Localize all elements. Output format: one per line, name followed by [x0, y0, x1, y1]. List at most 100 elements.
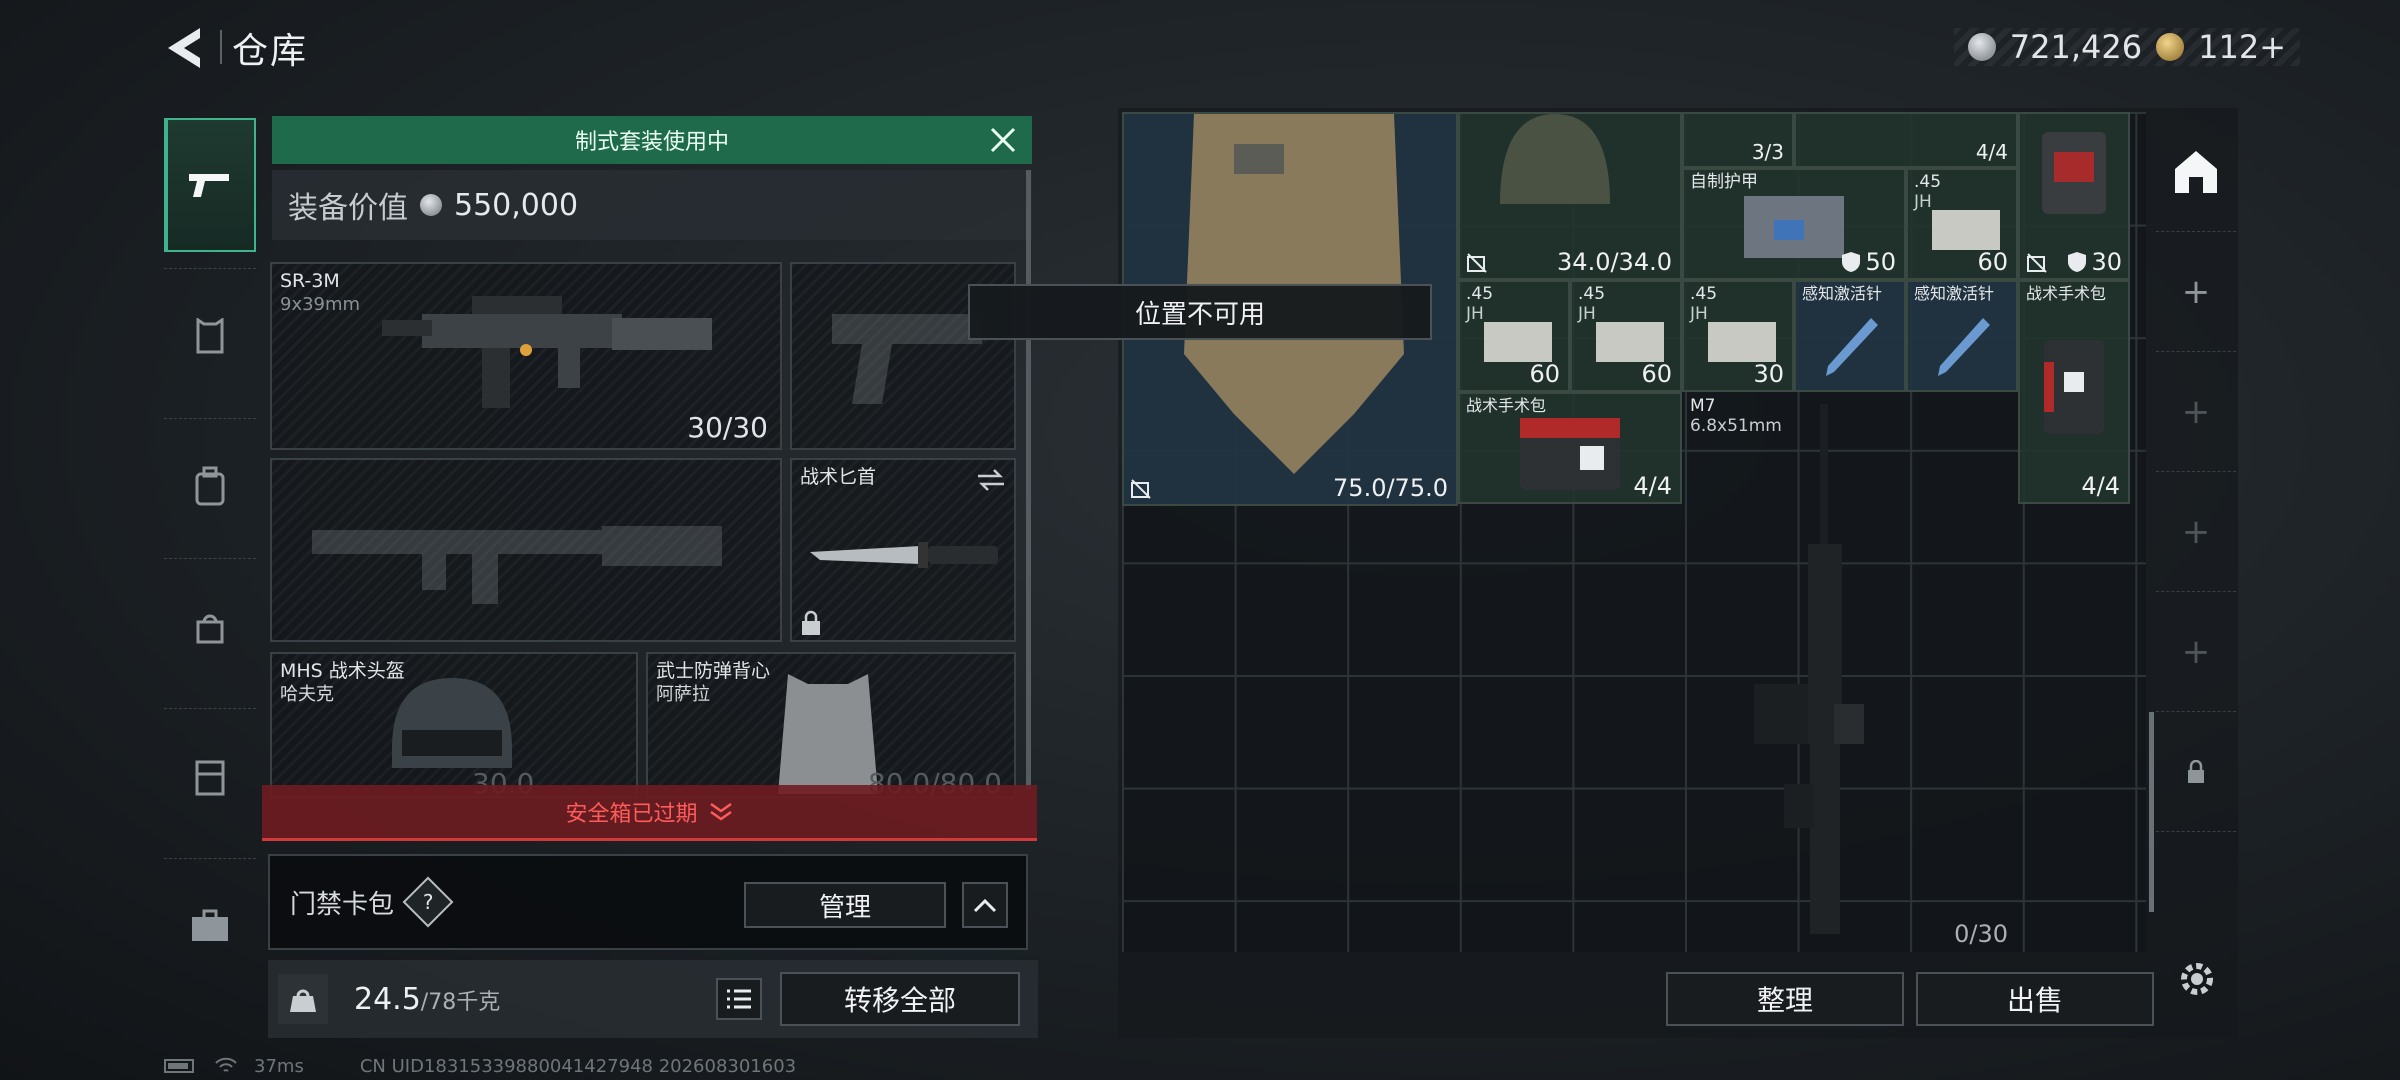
item-count: 60: [1529, 360, 1560, 388]
plus-icon: +: [2181, 271, 2211, 312]
rail-container[interactable]: [164, 708, 256, 842]
item-name: 感知激活针: [1802, 284, 1883, 303]
rail-weapons[interactable]: [164, 118, 256, 252]
stash-item-ammo[interactable]: .45 JH 60: [1570, 280, 1682, 392]
lock-icon: [2188, 759, 2204, 783]
close-banner-button[interactable]: [984, 122, 1022, 158]
rail-case[interactable]: [164, 858, 256, 992]
safebox-status: 安全箱已过期: [565, 801, 698, 827]
plus-icon: +: [2181, 511, 2211, 552]
no-insure-icon: [1467, 253, 1487, 273]
secondary-rifle-slot[interactable]: [270, 458, 782, 642]
surgery-kit-image: [2044, 340, 2104, 434]
armor-rating-value: 50: [1865, 248, 1896, 276]
ammo-caliber: .45: [1466, 284, 1494, 304]
help-button[interactable]: ?: [402, 876, 454, 928]
stash-page-rail: + + + +: [2156, 112, 2236, 962]
weapon-name: SR-3M: [280, 270, 340, 292]
user-uid: CN UID18315339880041427948 202608301603: [359, 1055, 797, 1077]
equipment-value-label: 装备价值: [288, 191, 408, 226]
armor-rating: 50: [1841, 248, 1896, 276]
manage-button[interactable]: 管理: [744, 882, 946, 928]
rail-backpack[interactable]: [164, 418, 256, 552]
item-name: 战术手术包: [2026, 284, 2107, 303]
chevron-down-icon: [709, 802, 732, 821]
sell-button[interactable]: 出售: [1916, 972, 2154, 1026]
melee-name: 战术匕首: [800, 466, 877, 488]
item-count: 34.0/34.0: [1557, 248, 1672, 276]
keycard-label: 门禁卡包: [290, 890, 395, 920]
stash-page-main[interactable]: [2156, 112, 2236, 232]
equipment-value: 550,000: [454, 187, 579, 223]
stash-item-stim[interactable]: 感知激活针: [1906, 280, 2018, 392]
armor-rating: 30: [2067, 248, 2122, 276]
stash-item-homemade-armor[interactable]: 自制护甲 50: [1682, 168, 1906, 280]
back-button[interactable]: [160, 22, 210, 74]
no-insure-icon: [1131, 479, 1151, 499]
page-title: 仓库: [232, 31, 309, 72]
home-icon: [2175, 150, 2217, 193]
armor-slot[interactable]: 武士防弹背心 阿萨拉 80.0/80.0: [646, 652, 1016, 798]
no-insure-icon: [2027, 253, 2047, 273]
helmet-slot[interactable]: MHS 战术头盔 哈夫克 30.0: [270, 652, 638, 798]
kit-in-use-banner: 制式套装使用中: [272, 116, 1032, 164]
rail-bag[interactable]: [164, 558, 256, 692]
stash-item-surgery-kit[interactable]: 战术手术包 4/4: [1458, 392, 1682, 504]
stash-item-helmet[interactable]: 34.0/34.0: [1458, 112, 1682, 280]
category-rail: [164, 108, 256, 1008]
rail-armor[interactable]: [164, 268, 256, 402]
stash-page-add-4[interactable]: +: [2156, 592, 2236, 712]
status-bar: 37ms CN UID18315339880041427948 20260830…: [164, 1054, 796, 1078]
settings-button[interactable]: [2170, 952, 2224, 1006]
item-count: 60: [1977, 248, 2008, 276]
gear-icon: [2181, 963, 2213, 995]
stash-page-locked[interactable]: [2156, 712, 2236, 832]
surgery-kit-image: [1520, 418, 1620, 490]
stash-scrollbar[interactable]: [2149, 712, 2154, 912]
stash-item-ammo[interactable]: .45 JH 30: [1682, 280, 1794, 392]
list-view-button[interactable]: [716, 978, 762, 1020]
expand-button[interactable]: [962, 882, 1008, 928]
stash-item-backpack[interactable]: 30: [2018, 112, 2130, 280]
equipment-value-row: 装备价值 550,000: [272, 170, 1032, 240]
stash-item-stim[interactable]: 感知激活针: [1794, 280, 1906, 392]
tidy-button[interactable]: 整理: [1666, 972, 1904, 1026]
stash-item-ammo[interactable]: .45 JH 60: [1458, 280, 1570, 392]
stash-item-ammo[interactable]: .45 JH 60: [1906, 168, 2018, 280]
gold-amount[interactable]: 112+: [2198, 28, 2286, 66]
item-count: 30: [1753, 360, 1784, 388]
chevron-up-icon: [973, 898, 997, 913]
keycard-row: 门禁卡包 ? 管理: [268, 854, 1028, 950]
safebox-expired-bar[interactable]: 安全箱已过期: [262, 785, 1037, 841]
item-count: 4/4: [1633, 472, 1672, 500]
stash-item-small[interactable]: 3/3: [1682, 112, 1794, 168]
loadout-scrollbar[interactable]: [1026, 170, 1031, 790]
item-name: 感知激活针: [1914, 284, 1995, 303]
weapon-ammo: 30/30: [687, 411, 768, 444]
carry-weight-value: 24.5: [354, 982, 421, 1017]
kettlebell-icon: [290, 989, 316, 1012]
stash-item-medkit[interactable]: 4/4: [1794, 112, 2018, 168]
primary-weapon-slot[interactable]: SR-3M 9x39mm 30/30: [270, 262, 782, 450]
ammo-box-icon: [1932, 210, 2000, 250]
stash-page-add-3[interactable]: +: [2156, 472, 2236, 592]
stash-item-m7-rifle[interactable]: M7 6.8x51mm 0/30: [1682, 392, 2018, 952]
armor-brand: 阿萨拉: [656, 684, 710, 705]
weight-icon: [278, 974, 328, 1024]
stash-page-add-1[interactable]: +: [2156, 232, 2236, 352]
melee-slot[interactable]: 战术匕首: [790, 458, 1016, 642]
help-icon: ?: [422, 890, 434, 914]
syringe-image: [1826, 318, 1878, 376]
helmet-brand: 哈夫克: [280, 684, 334, 705]
stash-grid[interactable]: 75.0/75.0 34.0/34.0 3/3 4/4 自制护甲 50 .45 …: [1122, 112, 2146, 952]
swap-icon[interactable]: [976, 468, 1006, 492]
briefcase-icon: [192, 909, 228, 941]
ammo-caliber: .45: [1578, 284, 1606, 304]
lock-icon: [802, 610, 820, 635]
transfer-all-button[interactable]: 转移全部: [780, 972, 1020, 1026]
stash-page-add-2[interactable]: +: [2156, 352, 2236, 472]
close-icon: [990, 127, 1016, 153]
stash-item-surgery-kit[interactable]: 战术手术包 4/4: [2018, 280, 2130, 504]
rifle-placeholder-icon: [312, 526, 722, 604]
position-unavailable-tooltip: 位置不可用: [968, 284, 1432, 340]
